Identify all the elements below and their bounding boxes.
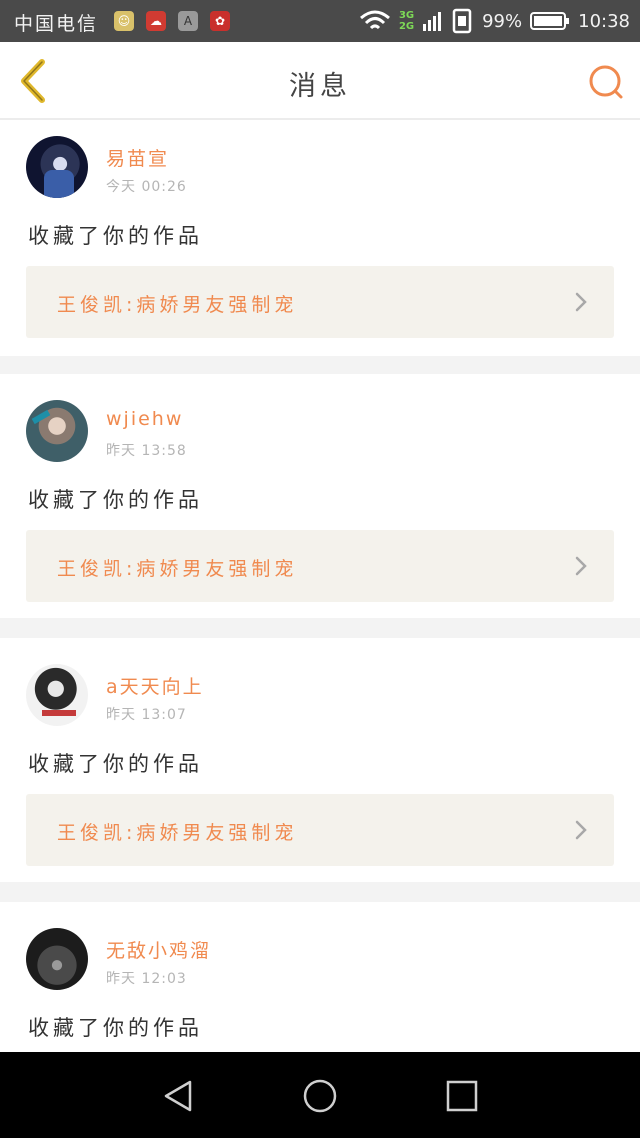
square-recents-icon — [446, 1080, 478, 1112]
username[interactable]: a天天向上 — [106, 672, 204, 699]
a-app-icon: A — [178, 11, 198, 31]
app-header: 消息 — [0, 42, 640, 120]
search-button[interactable] — [586, 62, 626, 102]
triangle-back-icon — [164, 1080, 192, 1112]
nav-back-button[interactable] — [160, 1078, 196, 1114]
search-icon — [589, 65, 623, 99]
message-card: 无敌小鸡溜 昨天 12:03 收藏了你的作品 — [0, 902, 640, 1052]
page-title: 消息 — [289, 71, 351, 102]
avatar[interactable] — [26, 664, 88, 726]
username[interactable]: 易苗宣 — [106, 144, 169, 171]
work-title: 王俊凯:病娇男友强制宠 — [57, 294, 298, 316]
work-title: 王俊凯:病娇男友强制宠 — [57, 558, 298, 580]
work-title: 王俊凯:病娇男友强制宠 — [57, 822, 298, 844]
timestamp: 昨天 13:07 — [106, 707, 187, 723]
navigation-bar — [0, 1052, 640, 1138]
action-text: 收藏了你的作品 — [28, 488, 203, 512]
sim-icon — [452, 8, 472, 34]
avatar[interactable] — [26, 400, 88, 462]
action-text: 收藏了你的作品 — [28, 752, 203, 776]
network-type: 3G 2G — [398, 10, 415, 32]
cloud-app-icon: ☁ — [146, 11, 166, 31]
timestamp: 昨天 13:58 — [106, 443, 187, 459]
username[interactable]: wjiehw — [106, 408, 183, 430]
nav-home-button[interactable] — [302, 1078, 338, 1114]
message-card: a天天向上 昨天 13:07 收藏了你的作品 王俊凯:病娇男友强制宠 — [0, 638, 640, 882]
battery-percent: 99% — [482, 10, 523, 32]
wechat-icon: ☺ — [114, 11, 134, 31]
work-link[interactable]: 王俊凯:病娇男友强制宠 — [26, 266, 614, 338]
carrier-label: 中国电信 — [14, 13, 99, 35]
message-card: 易苗宣 今天 00:26 收藏了你的作品 王俊凯:病娇男友强制宠 — [0, 120, 640, 356]
signal-icon — [423, 12, 442, 31]
clock: 10:38 — [578, 10, 630, 32]
username[interactable]: 无敌小鸡溜 — [106, 936, 211, 963]
avatar[interactable] — [26, 928, 88, 990]
chevron-right-icon — [575, 820, 587, 840]
chevron-right-icon — [575, 292, 587, 312]
chevron-right-icon — [575, 556, 587, 576]
message-card: wjiehw 昨天 13:58 收藏了你的作品 王俊凯:病娇男友强制宠 — [0, 374, 640, 618]
avatar[interactable] — [26, 136, 88, 198]
timestamp: 今天 00:26 — [106, 179, 187, 195]
work-link[interactable]: 王俊凯:病娇男友强制宠 — [26, 794, 614, 866]
circle-home-icon — [303, 1079, 337, 1113]
battery-icon — [530, 12, 570, 30]
action-text: 收藏了你的作品 — [28, 224, 203, 248]
action-text: 收藏了你的作品 — [28, 1016, 203, 1040]
message-list[interactable]: 易苗宣 今天 00:26 收藏了你的作品 王俊凯:病娇男友强制宠 wjiehw … — [0, 120, 640, 1052]
wifi-icon — [359, 10, 390, 30]
nav-recents-button[interactable] — [444, 1078, 480, 1114]
status-bar: 中国电信 ☺ ☁ A ✿ 3G 2G 99% 10:38 — [0, 0, 640, 42]
huawei-icon: ✿ — [210, 11, 230, 31]
timestamp: 昨天 12:03 — [106, 971, 187, 987]
work-link[interactable]: 王俊凯:病娇男友强制宠 — [26, 530, 614, 602]
